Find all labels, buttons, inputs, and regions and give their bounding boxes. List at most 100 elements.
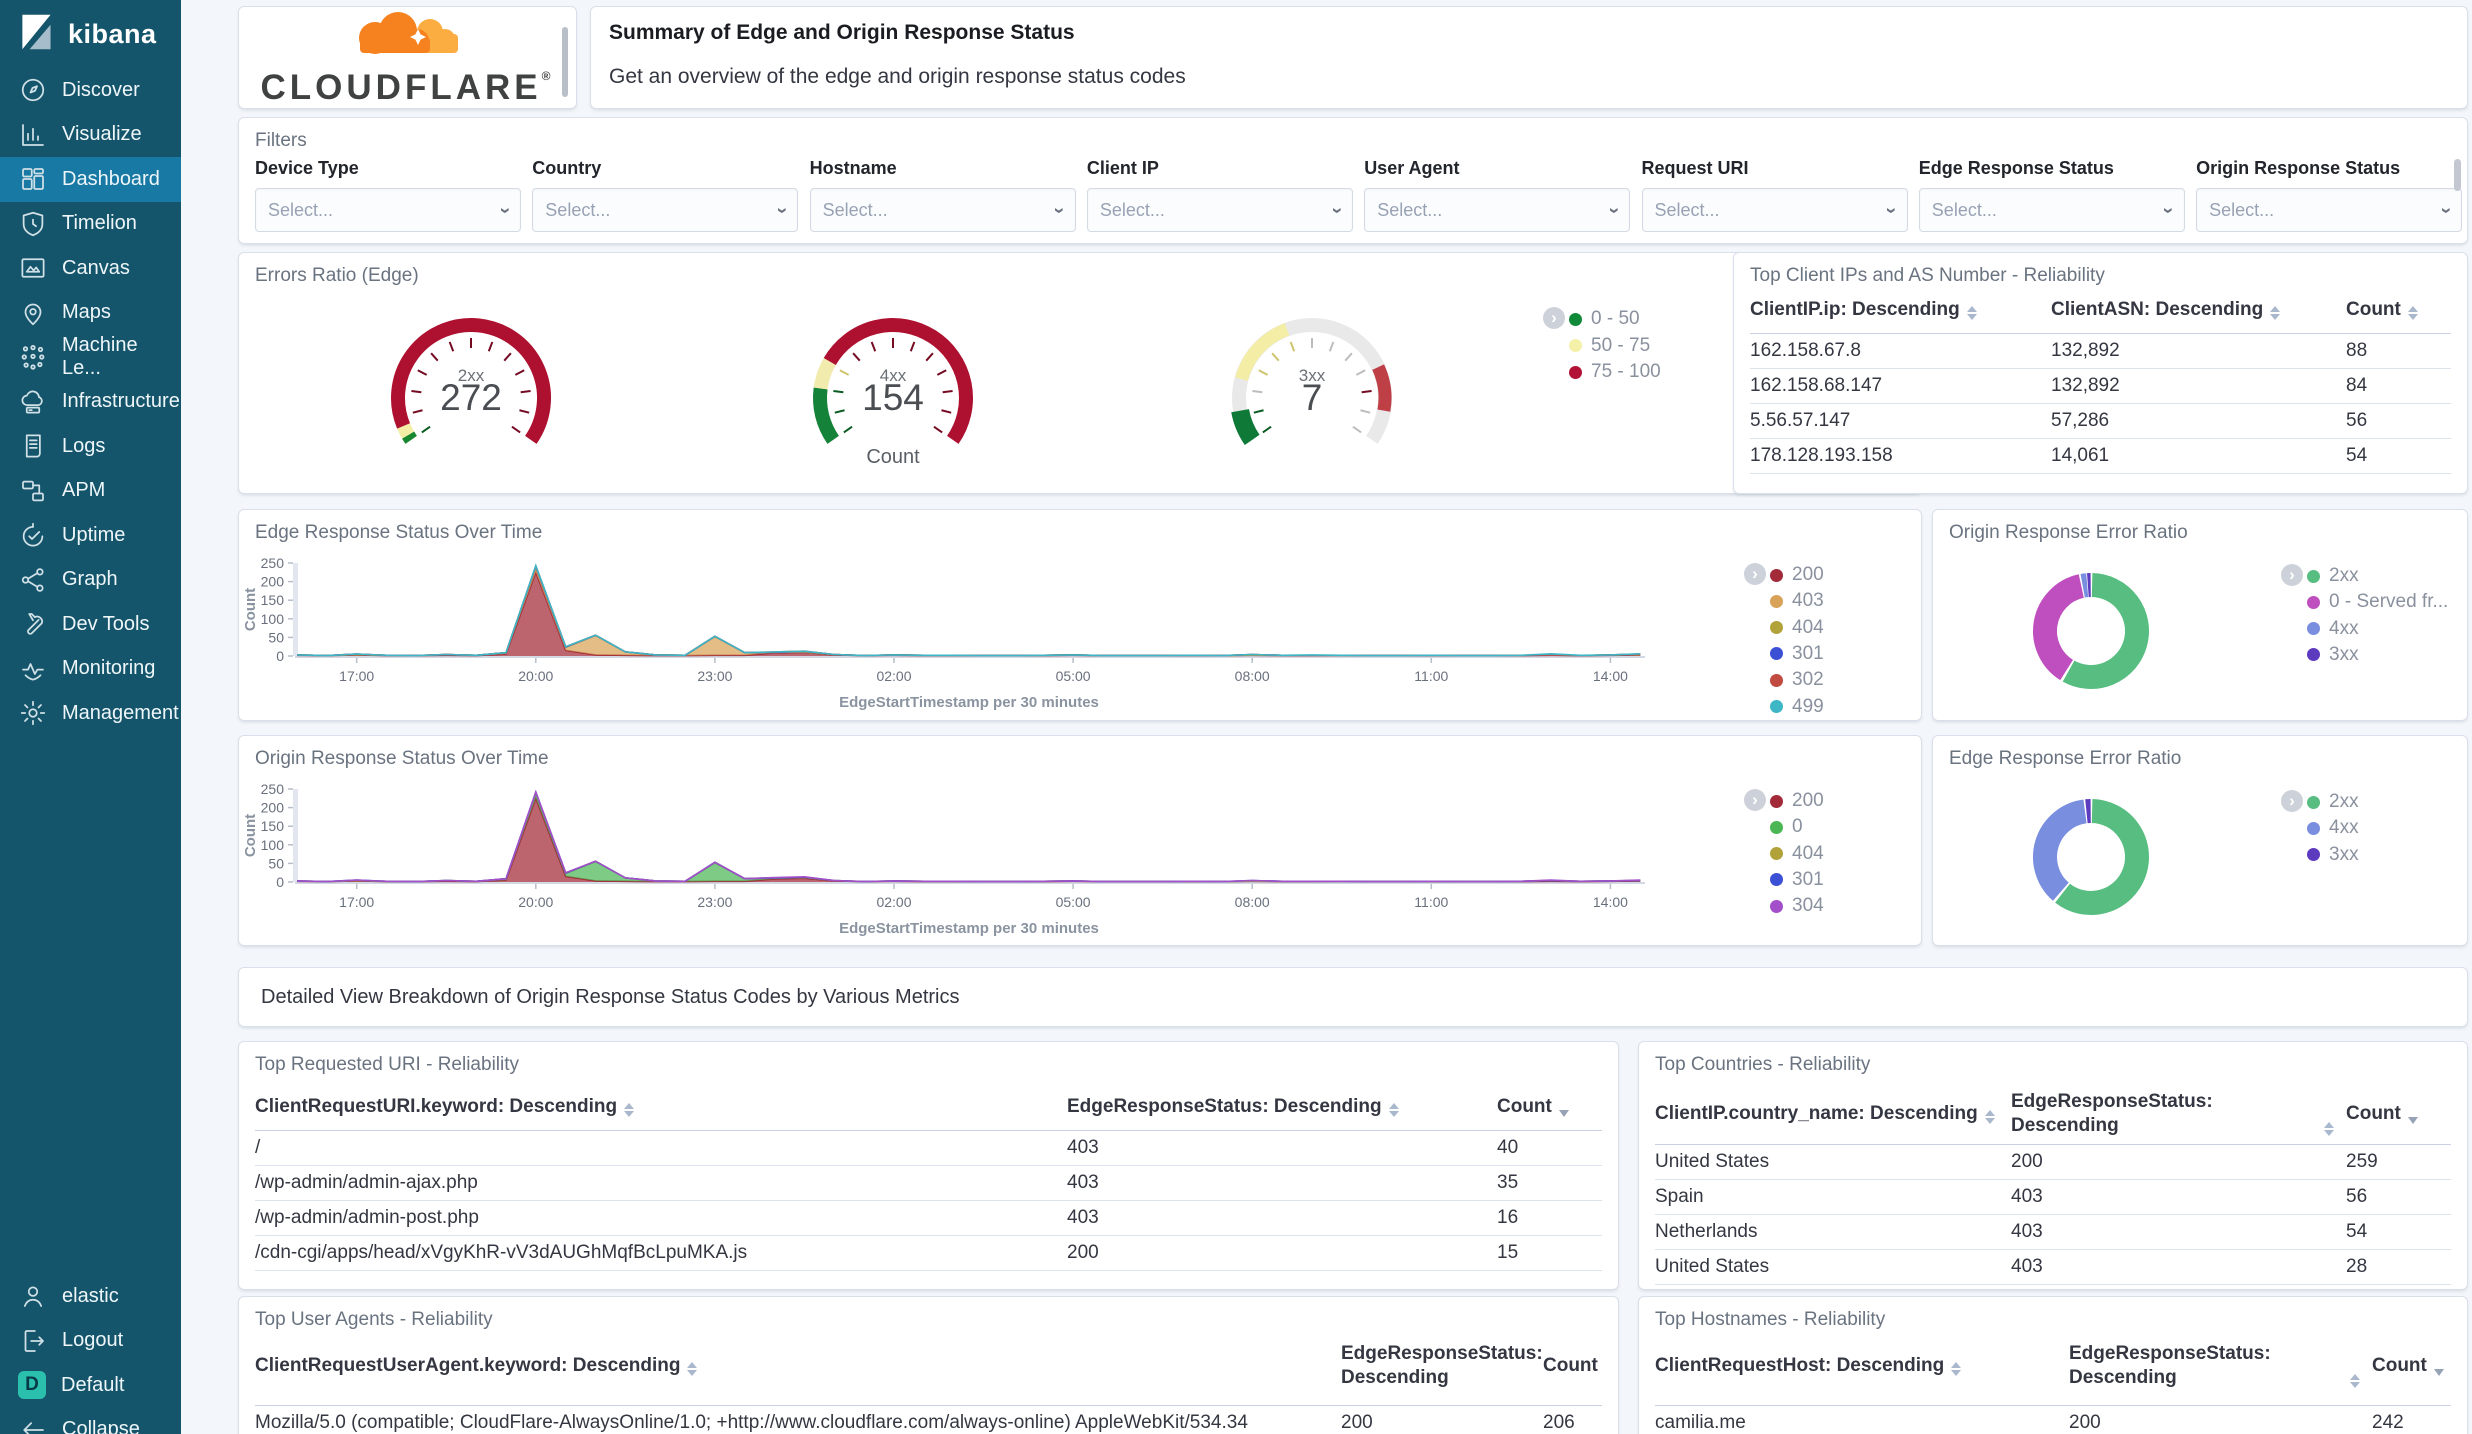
sort-icon[interactable] — [1984, 1109, 1995, 1124]
column-header-count[interactable]: Count — [2346, 1102, 2451, 1132]
column-header-edgeresponsestatus-descending[interactable]: EdgeResponseStatus: Descending — [1341, 1342, 1543, 1396]
legend-item-304[interactable]: 304 — [1770, 895, 1824, 917]
legend-item-50-75[interactable]: 50 - 75 — [1569, 335, 1650, 357]
sidebar-item-management[interactable]: Management — [0, 691, 181, 736]
sidebar-item-machine-le[interactable]: Machine Le... — [0, 334, 181, 380]
legend-item-2xx[interactable]: 2xx — [2307, 791, 2359, 813]
column-header-count[interactable]: Count — [2372, 1354, 2451, 1384]
table-row[interactable]: Mozilla/5.0 (compatible; CloudFlare-Alwa… — [255, 1406, 1602, 1434]
sidebar-item-default[interactable]: D Default — [0, 1363, 181, 1408]
table-row[interactable]: Spain 403 56 — [1655, 1180, 2451, 1215]
legend-item-3xx[interactable]: 3xx — [2307, 844, 2359, 866]
filter-select-request-uri[interactable]: Select... › — [1641, 188, 1908, 232]
filter-select-origin-response-status[interactable]: Select... › — [2196, 188, 2463, 232]
legend-item-404[interactable]: 404 — [1770, 617, 1824, 639]
filter-select-device-type[interactable]: Select... › — [255, 188, 521, 232]
table-row[interactable]: United States 403 28 — [1655, 1250, 2451, 1285]
sort-icon[interactable] — [2350, 1373, 2360, 1388]
column-header-edgeresponsestatus-descending[interactable]: EdgeResponseStatus: Descending — [2011, 1090, 2346, 1144]
legend-expand-icon[interactable]: › — [1744, 789, 1766, 811]
sort-icon[interactable] — [2433, 1368, 2444, 1376]
sidebar-item-dashboard[interactable]: Dashboard — [0, 157, 181, 202]
sort-icon[interactable] — [1558, 1109, 1569, 1117]
gauge-chart[interactable]: 2xx2724xx1543xx7 — [239, 253, 1921, 493]
filter-select-client-ip[interactable]: Select... › — [1086, 188, 1353, 232]
filter-select-country[interactable]: Select... › — [532, 188, 799, 232]
column-header-edgeresponsestatus-descending[interactable]: EdgeResponseStatus: Descending — [1067, 1095, 1497, 1125]
table-row[interactable]: /wp-admin/admin-post.php 403 16 — [255, 1201, 1602, 1236]
table-row[interactable]: /cdn-cgi/apps/head/xVgyKhR-vV3dAUGhMqfBc… — [255, 1236, 1602, 1271]
sidebar-item-discover[interactable]: Discover — [0, 68, 181, 113]
sidebar-item-logout[interactable]: Logout — [0, 1319, 181, 1364]
sidebar-item-dev-tools[interactable]: Dev Tools — [0, 602, 181, 647]
filter-select-user-agent[interactable]: Select... › — [1364, 188, 1631, 232]
sort-icon[interactable] — [2324, 1121, 2334, 1136]
legend-expand-icon[interactable]: › — [2281, 790, 2303, 812]
legend-item-403[interactable]: 403 — [1770, 590, 1824, 612]
legend-item-0[interactable]: 0 — [1770, 816, 1803, 838]
table-row[interactable]: /wp-admin/admin-ajax.php 403 35 — [255, 1166, 1602, 1201]
sidebar-item-apm[interactable]: APM — [0, 469, 181, 514]
legend-item-2xx[interactable]: 2xx — [2307, 565, 2359, 587]
sidebar-item-elastic[interactable]: elastic — [0, 1274, 181, 1319]
kibana-home-link[interactable]: kibana — [0, 0, 181, 68]
legend-item-404[interactable]: 404 — [1770, 843, 1824, 865]
column-header-clientip-ip-descending[interactable]: ClientIP.ip: Descending — [1750, 298, 2051, 328]
sort-icon[interactable] — [1388, 1102, 1399, 1117]
column-header-clientip-country-name-descending[interactable]: ClientIP.country_name: Descending — [1655, 1102, 2011, 1132]
table-row[interactable]: camilia.me 200 242 — [1655, 1406, 2451, 1434]
legend-item-200[interactable]: 200 — [1770, 564, 1824, 586]
sidebar-item-timelion[interactable]: Timelion — [0, 202, 181, 247]
sidebar-item-infrastructure[interactable]: Infrastructure — [0, 380, 181, 425]
sidebar-item-logs[interactable]: Logs — [0, 424, 181, 469]
table-row[interactable]: 5.56.57.147 57,286 56 — [1750, 404, 2451, 439]
legend-item-3xx[interactable]: 3xx — [2307, 644, 2359, 666]
table-row[interactable]: United States 200 259 — [1655, 1145, 2451, 1180]
sidebar-item-uptime[interactable]: Uptime — [0, 513, 181, 558]
panel-scrollbar[interactable] — [562, 27, 568, 97]
sidebar-item-graph[interactable]: Graph — [0, 558, 181, 603]
sort-icon[interactable] — [1966, 305, 1977, 320]
legend-item-4xx[interactable]: 4xx — [2307, 817, 2359, 839]
column-header-clientrequestuseragent-keyword-descending[interactable]: ClientRequestUserAgent.keyword: Descendi… — [255, 1354, 1341, 1384]
table-row[interactable]: 178.128.193.158 14,061 54 — [1750, 439, 2451, 474]
panel-scrollbar[interactable] — [2454, 159, 2461, 191]
column-header-clientasn-descending[interactable]: ClientASN: Descending — [2051, 298, 2346, 328]
legend-item-200[interactable]: 200 — [1770, 790, 1824, 812]
legend-item-302[interactable]: 302 — [1770, 669, 1824, 691]
filter-origin-response-status: Origin Response Status Select... › — [2196, 158, 2463, 232]
column-header-clientrequesturi-keyword-descending[interactable]: ClientRequestURI.keyword: Descending — [255, 1095, 1067, 1125]
column-header-count[interactable]: Count — [2346, 298, 2451, 328]
sidebar-item-collapse[interactable]: Collapse — [0, 1408, 181, 1434]
sidebar-item-visualize[interactable]: Visualize — [0, 113, 181, 158]
legend-expand-icon[interactable]: › — [2281, 564, 2303, 586]
legend-item-499[interactable]: 499 — [1770, 696, 1824, 718]
legend-expand-icon[interactable]: › — [1543, 307, 1565, 329]
table-row[interactable]: / 403 40 — [255, 1131, 1602, 1166]
column-header-clientrequesthost-descending[interactable]: ClientRequestHost: Descending — [1655, 1354, 2069, 1384]
sort-icon[interactable] — [624, 1102, 635, 1117]
sidebar-item-monitoring[interactable]: Monitoring — [0, 647, 181, 692]
legend-item-75-100[interactable]: 75 - 100 — [1569, 361, 1661, 383]
filter-select-hostname[interactable]: Select... › — [809, 188, 1076, 232]
sort-icon[interactable] — [2407, 1116, 2418, 1124]
sort-icon[interactable] — [2270, 305, 2281, 320]
legend-item-301[interactable]: 301 — [1770, 643, 1824, 665]
legend-item-4xx[interactable]: 4xx — [2307, 618, 2359, 640]
table-row[interactable]: 162.158.67.8 132,892 88 — [1750, 334, 2451, 369]
sort-icon[interactable] — [1951, 1361, 1962, 1376]
sort-icon[interactable] — [2407, 305, 2418, 320]
column-header-count[interactable]: Count — [1543, 1354, 1602, 1384]
legend-item-0-served-fr[interactable]: 0 - Served fr... — [2307, 591, 2448, 613]
sidebar-item-maps[interactable]: Maps — [0, 291, 181, 336]
table-row[interactable]: Netherlands 403 54 — [1655, 1215, 2451, 1250]
sidebar-item-canvas[interactable]: Canvas — [0, 246, 181, 291]
filter-select-edge-response-status[interactable]: Select... › — [1918, 188, 2185, 232]
column-header-edgeresponsestatus-descending[interactable]: EdgeResponseStatus: Descending — [2069, 1342, 2372, 1396]
column-header-count[interactable]: Count — [1497, 1095, 1602, 1125]
legend-expand-icon[interactable]: › — [1744, 563, 1766, 585]
legend-item-0-50[interactable]: 0 - 50 — [1569, 308, 1640, 330]
sort-icon[interactable] — [687, 1361, 698, 1376]
table-row[interactable]: 162.158.68.147 132,892 84 — [1750, 369, 2451, 404]
legend-item-301[interactable]: 301 — [1770, 869, 1824, 891]
